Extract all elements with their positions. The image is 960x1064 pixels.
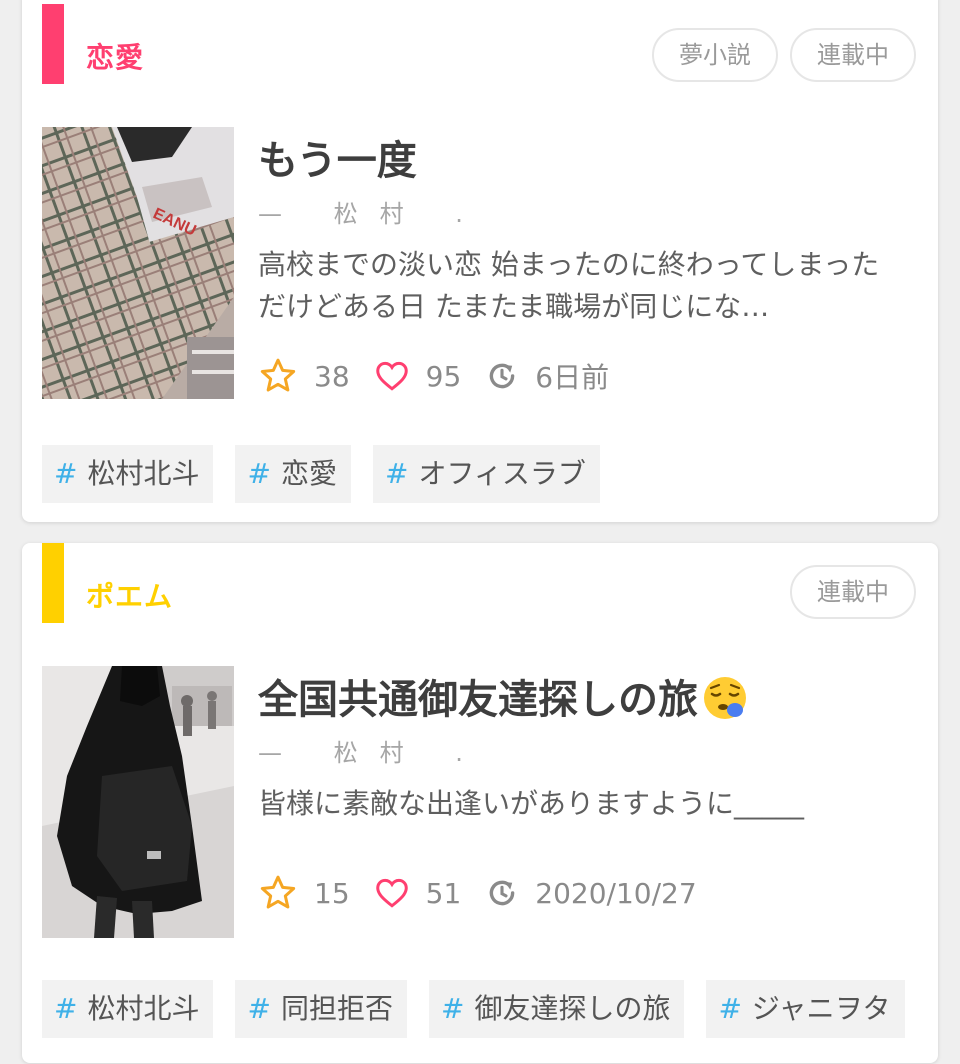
story-card[interactable]: ポエム 連載中 全国共通御友達探しの旅 — 松村 . 皆様に素敵な出逢いがありま… — [22, 543, 938, 1063]
tag-label: オフィスラブ — [418, 457, 586, 490]
heart-icon — [375, 361, 408, 391]
star-count: 38 — [314, 359, 350, 393]
sleepy-face-emoji — [702, 675, 748, 731]
tag-label: 恋愛 — [280, 457, 337, 490]
story-author[interactable]: — 松村 . — [258, 194, 485, 229]
updated-stat: 2020/10/27 — [485, 876, 697, 910]
hash-icon: # — [384, 457, 409, 490]
genre-label: 恋愛 — [86, 41, 145, 74]
updated-date: 2020/10/27 — [535, 876, 697, 910]
tag-label: 松村北斗 — [87, 992, 200, 1025]
tag-item[interactable]: # 御友達探しの旅 — [428, 980, 685, 1038]
story-card[interactable]: 恋愛 夢小説 連載中 EANU もう一度 — 松村 . 高校までの淡い恋 始まっ… — [22, 0, 938, 522]
story-stats: 15 51 2020/10/27 — [258, 873, 721, 913]
story-stats: 38 95 6日前 — [258, 356, 633, 396]
star-count: 15 — [314, 876, 350, 910]
refresh-clock-icon — [489, 880, 515, 906]
story-title[interactable]: もう一度 — [258, 128, 417, 186]
updated-date: 6日前 — [535, 361, 610, 394]
hash-icon: # — [247, 457, 271, 490]
story-description: 高校までの淡い恋 始まったのに終わってしまった だけどある日 たまたま職場が同じ… — [258, 248, 880, 323]
tag-item[interactable]: # ジャニヲタ — [706, 980, 905, 1038]
badge-serializing: 連載中 — [790, 565, 916, 619]
refresh-clock-icon — [489, 363, 515, 389]
star-stat: 38 — [258, 356, 350, 396]
like-stat: 51 — [374, 875, 462, 911]
hash-icon: # — [54, 992, 78, 1025]
hash-icon: # — [54, 457, 78, 490]
tag-label: 松村北斗 — [87, 457, 200, 490]
updated-stat: 6日前 — [485, 356, 609, 396]
story-author[interactable]: — 松村 . — [258, 733, 485, 768]
hash-icon: # — [718, 992, 742, 1025]
thumbnail-image — [42, 666, 234, 938]
badge-dream-novel: 夢小説 — [652, 28, 778, 82]
tag-item[interactable]: # 松村北斗 — [42, 445, 214, 503]
tag-label: ジャニヲタ — [751, 992, 891, 1025]
story-title-text: 全国共通御友達探しの旅 — [258, 677, 698, 723]
hash-icon: # — [440, 992, 465, 1025]
genre-label: ポエム — [86, 580, 174, 613]
tag-item[interactable]: # 松村北斗 — [42, 980, 214, 1038]
tag-item[interactable]: # 恋愛 — [235, 445, 351, 503]
tag-label: 同担拒否 — [280, 992, 393, 1025]
like-count: 51 — [425, 876, 462, 910]
star-icon — [260, 875, 296, 909]
story-description: 皆様に素敵な出逢いがありますように_____ — [258, 787, 805, 820]
tag-list: # 松村北斗 # 恋愛 # オフィスラブ — [42, 445, 622, 503]
tag-label: 御友達探しの旅 — [474, 992, 671, 1025]
genre-color-bar — [42, 543, 64, 623]
story-title[interactable]: 全国共通御友達探しの旅 — [258, 667, 748, 731]
tag-item[interactable]: # 同担拒否 — [235, 980, 407, 1038]
genre-color-bar — [42, 4, 64, 84]
tag-list: # 松村北斗 # 同担拒否 # 御友達探しの旅 # ジャニヲタ — [42, 980, 927, 1038]
badge-serializing: 連載中 — [790, 28, 916, 82]
thumbnail-image: EANU — [42, 127, 234, 399]
star-icon — [260, 358, 296, 392]
hash-icon: # — [247, 992, 271, 1025]
story-thumbnail[interactable] — [42, 666, 234, 938]
heart-icon — [375, 878, 408, 908]
star-stat: 15 — [258, 873, 350, 913]
like-count: 95 — [425, 359, 462, 393]
story-thumbnail[interactable]: EANU — [42, 127, 234, 399]
tag-item[interactable]: # オフィスラブ — [372, 445, 600, 503]
like-stat: 95 — [374, 358, 462, 394]
